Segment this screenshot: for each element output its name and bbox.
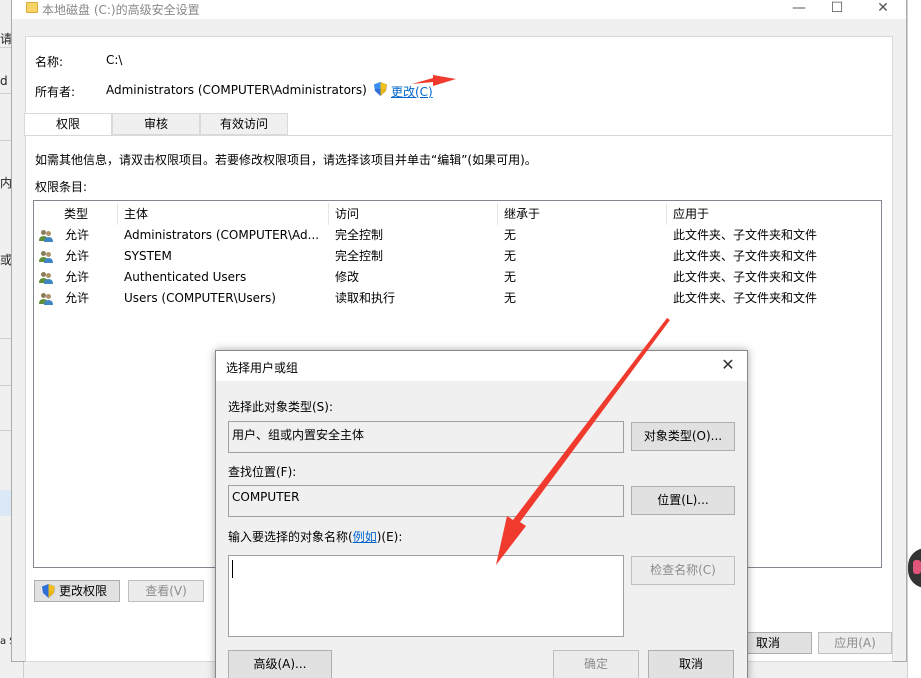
select-users-dialog: 选择用户或组 ✕ 选择此对象类型(S): 用户、组或内置安全主体 对象类型(O)… xyxy=(215,350,748,678)
object-names-input[interactable] xyxy=(228,555,624,637)
table-row[interactable]: 允许 Authenticated Users 修改 无 此文件夹、子文件夹和文件 xyxy=(35,267,881,288)
maximize-button[interactable]: ☐ xyxy=(815,0,859,19)
cell-type: 允许 xyxy=(65,228,90,242)
table-row[interactable]: 允许 Users (COMPUTER\Users) 读取和执行 无 此文件夹、子… xyxy=(35,288,881,309)
uac-shield-icon xyxy=(374,82,387,96)
users-icon xyxy=(39,251,53,263)
folder-icon xyxy=(26,2,38,13)
close-button[interactable]: ✕ xyxy=(861,0,905,19)
cell-type: 允许 xyxy=(65,270,90,284)
dialog-title: 选择用户或组 xyxy=(226,361,299,375)
cell-principal: Authenticated Users xyxy=(124,270,247,284)
change-permissions-button[interactable]: 更改权限 xyxy=(34,580,120,602)
check-names-button[interactable]: 检查名称(C) xyxy=(631,556,735,585)
app-tray-icon[interactable] xyxy=(908,548,921,588)
cell-type: 允许 xyxy=(65,291,90,305)
tab-effective-access[interactable]: 有效访问 xyxy=(200,113,288,135)
object-types-button[interactable]: 对象类型(O)... xyxy=(631,422,735,451)
object-type-label: 选择此对象类型(S): xyxy=(228,400,334,414)
locations-button[interactable]: 位置(L)... xyxy=(631,486,735,515)
tab-permissions[interactable]: 权限 xyxy=(24,113,112,136)
title-bar[interactable]: 本地磁盘 (C:)的高级安全设置 — ☐ ✕ xyxy=(12,0,906,19)
text-caret xyxy=(232,560,233,578)
cell-principal: Administrators (COMPUTER\Ad... xyxy=(124,228,320,242)
dialog-cancel-button[interactable]: 取消 xyxy=(648,650,734,678)
change-owner-link[interactable]: 更改(C) xyxy=(391,83,433,100)
column-header-access[interactable]: 访问 xyxy=(329,203,498,225)
owner-value: Administrators (COMPUTER\Administrators) xyxy=(106,83,367,97)
cell-applies-to: 此文件夹、子文件夹和文件 xyxy=(673,249,818,263)
column-header-applies-to[interactable]: 应用于 xyxy=(667,203,879,225)
dialog-title-bar[interactable]: 选择用户或组 ✕ xyxy=(216,351,747,381)
name-label: 名称: xyxy=(35,55,64,69)
tab-divider xyxy=(24,135,893,136)
cell-inherited-from: 无 xyxy=(504,249,517,263)
hint-text: 如需其他信息，请双击权限项目。若要修改权限项目，请选择该项目并单击“编辑”(如果… xyxy=(35,153,537,167)
table-row[interactable]: 允许 SYSTEM 完全控制 无 此文件夹、子文件夹和文件 xyxy=(35,246,881,267)
tab-auditing[interactable]: 审核 xyxy=(112,113,200,135)
advanced-button[interactable]: 高级(A)... xyxy=(228,650,332,678)
cell-applies-to: 此文件夹、子文件夹和文件 xyxy=(673,291,818,305)
cell-inherited-from: 无 xyxy=(504,228,517,242)
name-value: C:\ xyxy=(106,53,123,67)
cell-access: 读取和执行 xyxy=(335,291,396,305)
entries-label: 权限条目: xyxy=(35,180,88,194)
bg-char: d xyxy=(0,74,8,88)
cell-access: 完全控制 xyxy=(335,228,384,242)
apply-button[interactable]: 应用(A) xyxy=(818,632,892,654)
cell-access: 修改 xyxy=(335,270,360,284)
cell-inherited-from: 无 xyxy=(504,291,517,305)
location-label: 查找位置(F): xyxy=(228,465,297,479)
examples-link[interactable]: 例如 xyxy=(353,530,377,544)
object-names-label: 输入要选择的对象名称(例如)(E): xyxy=(228,528,402,545)
table-row[interactable]: 允许 Administrators (COMPUTER\Ad... 完全控制 无… xyxy=(35,225,881,246)
object-names-label-suffix: )(E): xyxy=(376,530,403,544)
column-header-inherited-from[interactable]: 继承于 xyxy=(498,203,667,225)
view-button[interactable]: 查看(V) xyxy=(128,580,204,602)
dialog-close-button[interactable]: ✕ xyxy=(709,351,747,381)
cell-access: 完全控制 xyxy=(335,249,384,263)
column-header-principal[interactable]: 主体 xyxy=(118,203,329,225)
cell-principal: SYSTEM xyxy=(124,249,172,263)
cell-type: 允许 xyxy=(65,249,90,263)
cell-inherited-from: 无 xyxy=(504,270,517,284)
object-names-label-text: 输入要选择的对象名称( xyxy=(228,530,353,544)
cell-applies-to: 此文件夹、子文件夹和文件 xyxy=(673,270,818,284)
uac-shield-icon xyxy=(42,584,55,598)
object-type-field: 用户、组或内置安全主体 xyxy=(228,421,624,453)
users-icon xyxy=(39,293,53,305)
users-icon xyxy=(39,230,53,242)
right-edge-window xyxy=(907,0,921,678)
owner-label: 所有者: xyxy=(35,85,76,99)
column-header-type[interactable]: 类型 xyxy=(58,203,118,225)
cell-applies-to: 此文件夹、子文件夹和文件 xyxy=(673,228,818,242)
ok-button[interactable]: 确定 xyxy=(553,650,639,678)
users-icon xyxy=(39,272,53,284)
change-permissions-label: 更改权限 xyxy=(59,584,108,598)
cell-principal: Users (COMPUTER\Users) xyxy=(124,291,276,305)
location-field: COMPUTER xyxy=(228,485,624,517)
window-title: 本地磁盘 (C:)的高级安全设置 xyxy=(42,3,200,17)
